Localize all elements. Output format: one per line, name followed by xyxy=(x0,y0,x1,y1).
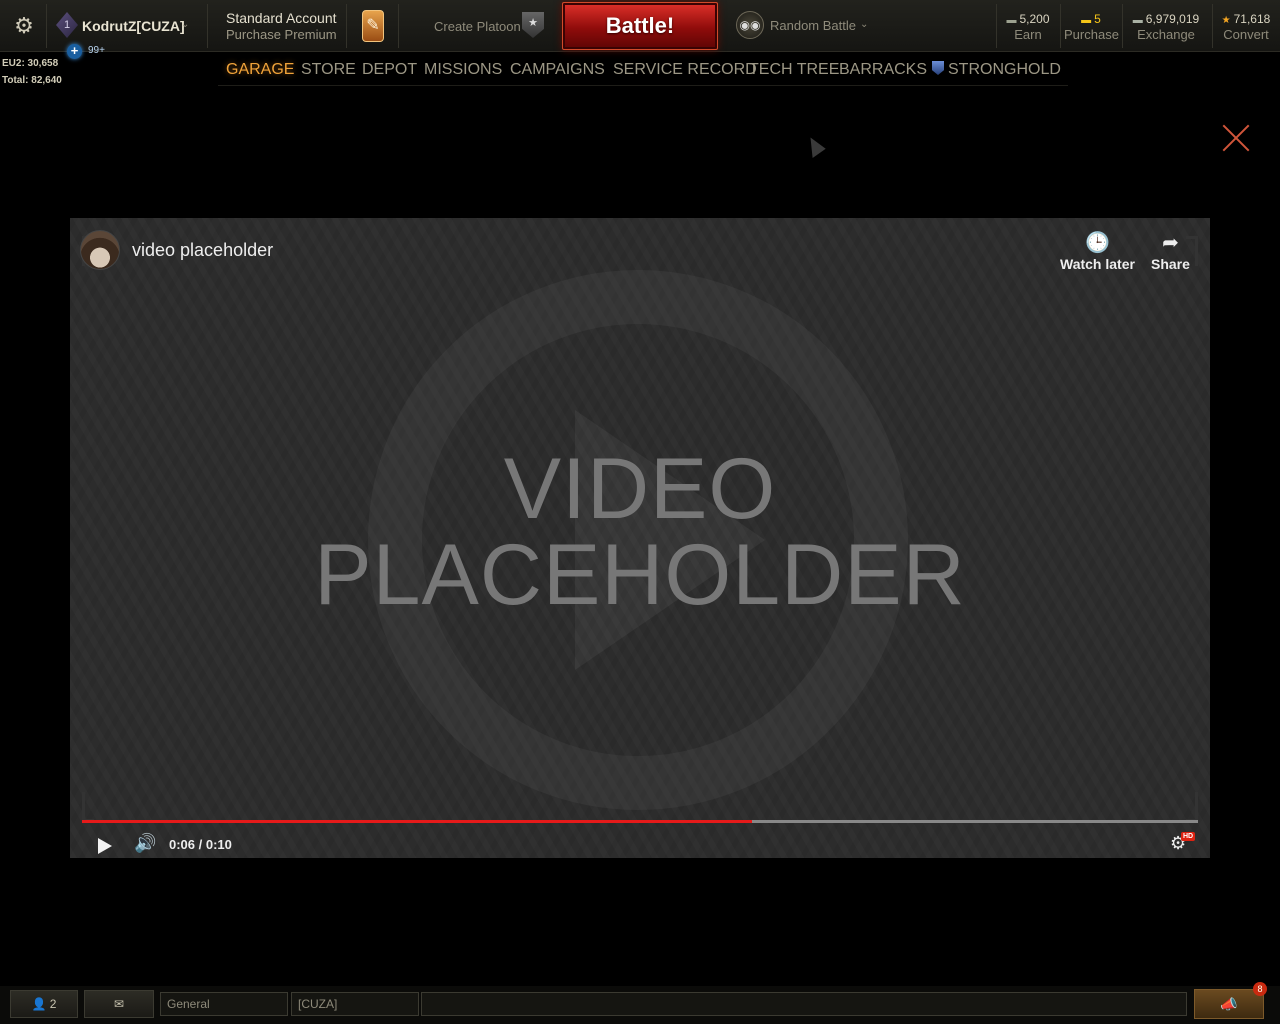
free-xp-exchange[interactable]: ▬ 6,979,019 Exchange xyxy=(1126,0,1206,52)
play-icon[interactable] xyxy=(98,838,112,854)
nav-depot[interactable]: DEPOT xyxy=(362,61,417,79)
credits-value: 5,200 xyxy=(1019,12,1050,26)
nav-missions[interactable]: MISSIONS xyxy=(424,61,502,79)
free-xp-icon: ▬ xyxy=(1132,15,1143,26)
progress-bar[interactable] xyxy=(82,820,1198,823)
exchange-link[interactable]: Exchange xyxy=(1126,27,1206,42)
gold-purchase[interactable]: ▬ 5 Purchase xyxy=(1064,0,1119,52)
chat-button[interactable]: ✉ xyxy=(84,990,154,1018)
time-display: 0:06 / 0:10 xyxy=(169,837,232,852)
bottom-bar: 👤 2 ✉ General [CUZA] 📣 8 xyxy=(0,982,1280,1024)
create-platoon-button[interactable]: Create Platoon ★ xyxy=(428,0,548,52)
megaphone-icon: 📣 xyxy=(1220,996,1238,1012)
divider xyxy=(1060,4,1061,48)
share-icon: ➦ xyxy=(1162,232,1179,254)
channel-avatar[interactable] xyxy=(80,230,120,270)
purchase-link[interactable]: Purchase xyxy=(1064,27,1119,42)
progress-played xyxy=(82,820,752,823)
gold-icon: ▬ xyxy=(1081,15,1092,26)
mouse-cursor-icon xyxy=(802,134,826,158)
friends-button[interactable]: 👤 2 xyxy=(10,990,78,1018)
earn-link[interactable]: Earn xyxy=(1000,27,1056,42)
notifications-button[interactable]: 📣 xyxy=(1194,989,1264,1019)
random-battle-icon: ◉◉ xyxy=(736,11,764,39)
player-name[interactable]: KodrutZ[CUZA] xyxy=(82,18,185,34)
video-title[interactable]: video placeholder xyxy=(132,240,273,261)
chevron-down-icon[interactable]: ⌄ xyxy=(181,19,189,30)
star-icon: ★ xyxy=(1221,15,1231,26)
divider xyxy=(346,4,347,48)
close-button[interactable] xyxy=(1220,122,1252,154)
gold-value: 5 xyxy=(1094,12,1101,26)
share-button[interactable]: ➦ Share xyxy=(1151,230,1190,272)
divider xyxy=(398,4,399,48)
account-type: Standard Account xyxy=(226,10,337,26)
battle-type-selector[interactable]: ◉◉ Random Battle ⌄ xyxy=(732,0,882,52)
create-platoon-label: Create Platoon xyxy=(434,19,521,34)
notification-badge: 8 xyxy=(1253,982,1267,996)
free-xp-value: 6,979,019 xyxy=(1145,12,1200,26)
video-player[interactable]: VIDEO PLACEHOLDER video placeholder 🕒 Wa… xyxy=(70,218,1210,858)
battle-type-label: Random Battle xyxy=(770,18,856,33)
shopping-bag-icon: ✎ xyxy=(362,10,384,42)
settings-button[interactable]: ⚙ xyxy=(8,0,40,52)
frame-corner xyxy=(82,792,94,822)
player-controls: 🔊 0:06 / 0:10 ⚙ HD xyxy=(70,828,1210,858)
premium-shop-button[interactable]: ✎ xyxy=(358,0,388,52)
placeholder-line: VIDEO xyxy=(503,441,777,537)
channel-clan[interactable]: [CUZA] xyxy=(291,992,419,1016)
nav-campaigns[interactable]: CAMPAIGNS xyxy=(510,61,605,79)
xp-value: 71,618 xyxy=(1233,12,1271,26)
nav-stronghold[interactable]: STRONGHOLD xyxy=(932,61,1061,79)
nav-service-record[interactable]: SERVICE RECORD xyxy=(613,61,757,79)
friends-count: 2 xyxy=(49,997,57,1011)
purchase-premium-link[interactable]: Purchase Premium xyxy=(226,27,337,42)
watch-later-button[interactable]: 🕒 Watch later xyxy=(1060,230,1135,272)
hd-badge: HD xyxy=(1181,832,1196,841)
divider xyxy=(1212,4,1213,48)
credits-earn[interactable]: ▬ 5,200 Earn xyxy=(1000,0,1056,52)
divider xyxy=(996,4,997,48)
nav-garage[interactable]: GARAGE xyxy=(226,61,294,79)
chevron-down-icon: ⌄ xyxy=(860,19,869,30)
channel-general[interactable]: General xyxy=(160,992,288,1016)
nav-store[interactable]: STORE xyxy=(301,61,356,79)
clock-icon: 🕒 xyxy=(1085,232,1110,254)
credits-icon: ▬ xyxy=(1006,15,1017,26)
video-placeholder-text: VIDEO PLACEHOLDER xyxy=(70,446,1210,618)
share-label: Share xyxy=(1151,256,1190,272)
divider xyxy=(46,4,47,48)
online-stats: EU2: 30,658 Total: 82,640 xyxy=(2,55,62,89)
placeholder-line: PLACEHOLDER xyxy=(314,527,966,623)
watch-later-label: Watch later xyxy=(1060,256,1135,272)
plus-icon[interactable]: + xyxy=(67,44,82,59)
account-panel[interactable]: Standard Account Purchase Premium xyxy=(226,0,346,52)
frame-corner xyxy=(1186,792,1198,822)
rank-badge: 1 xyxy=(56,12,78,38)
region-online: EU2: 30,658 xyxy=(2,58,59,69)
volume-icon[interactable]: 🔊 xyxy=(134,833,156,854)
stronghold-icon xyxy=(932,61,944,75)
notification-count: 99+ xyxy=(88,45,105,56)
xp-convert[interactable]: ★ 71,618 Convert xyxy=(1216,0,1276,52)
battle-button[interactable]: Battle! xyxy=(562,2,718,50)
nav-stronghold-label: STRONGHOLD xyxy=(948,61,1061,78)
platoon-star-icon: ★ xyxy=(522,12,544,38)
user-icon: 👤 xyxy=(31,997,47,1011)
nav-tech-tree[interactable]: TECH TREE xyxy=(749,61,839,79)
divider xyxy=(207,4,208,48)
divider xyxy=(1122,4,1123,48)
chat-icon: ✉ xyxy=(113,997,125,1011)
convert-link[interactable]: Convert xyxy=(1216,27,1276,42)
chat-input-area[interactable] xyxy=(421,992,1187,1016)
nav-barracks[interactable]: BARRACKS xyxy=(839,61,927,79)
main-nav: GARAGE STORE DEPOT MISSIONS CAMPAIGNS SE… xyxy=(218,58,1068,86)
total-online: Total: 82,640 xyxy=(2,75,62,86)
gear-icon: ⚙ xyxy=(14,13,34,38)
top-bar: ⚙ 1 KodrutZ[CUZA] ⌄ Standard Account Pur… xyxy=(0,0,1280,52)
